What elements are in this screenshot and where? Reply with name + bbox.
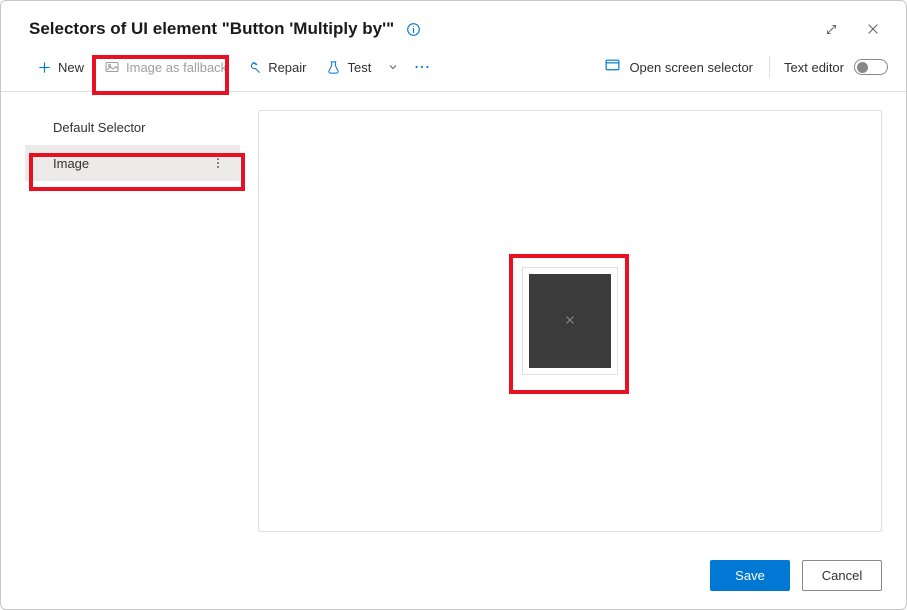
toolbar-separator	[769, 56, 770, 78]
image-fallback-label: Image as fallback	[126, 60, 227, 75]
plus-icon	[37, 60, 52, 75]
preview-thumbnail-frame	[522, 267, 618, 375]
test-icon	[326, 60, 341, 75]
image-icon	[104, 59, 120, 75]
preview-pane	[258, 110, 882, 532]
preview-thumbnail[interactable]	[529, 274, 611, 368]
open-screen-selector-label: Open screen selector	[629, 60, 753, 75]
sidebar-item-image[interactable]: Image	[25, 145, 240, 181]
repair-label: Repair	[268, 60, 306, 75]
info-icon[interactable]	[406, 22, 421, 37]
text-editor-label: Text editor	[784, 60, 844, 75]
selector-list: Default Selector Image	[25, 110, 240, 532]
maximize-icon[interactable]	[822, 20, 840, 38]
cancel-label: Cancel	[822, 568, 862, 583]
test-dropdown-chevron[interactable]	[383, 61, 403, 73]
new-label: New	[58, 60, 84, 75]
close-icon[interactable]	[864, 20, 882, 38]
repair-button[interactable]: Repair	[239, 54, 314, 81]
dialog-header: Selectors of UI element "Button 'Multipl…	[1, 1, 906, 47]
cancel-button[interactable]: Cancel	[802, 560, 882, 591]
dialog-footer: Save Cancel	[710, 560, 882, 591]
content-area: Default Selector Image	[1, 92, 906, 532]
image-as-fallback-button[interactable]: Image as fallback	[96, 53, 235, 81]
test-label: Test	[347, 60, 371, 75]
more-button[interactable]	[407, 55, 437, 79]
text-editor-toggle[interactable]	[854, 59, 888, 75]
item-more-icon[interactable]	[210, 155, 226, 171]
save-label: Save	[735, 568, 765, 583]
new-button[interactable]: New	[29, 54, 92, 81]
test-button[interactable]: Test	[318, 54, 379, 81]
toggle-knob	[857, 62, 868, 73]
screen-selector-icon	[604, 57, 621, 77]
sidebar-item-label: Image	[53, 156, 89, 171]
window-controls	[822, 20, 888, 38]
text-editor-toggle-group: Text editor	[784, 59, 888, 75]
save-button[interactable]: Save	[710, 560, 790, 591]
repair-icon	[247, 60, 262, 75]
sidebar-item-default-selector[interactable]: Default Selector	[25, 110, 240, 145]
sidebar-item-label: Default Selector	[53, 120, 146, 135]
open-screen-selector-button[interactable]: Open screen selector	[602, 53, 755, 81]
toolbar: New Image as fallback Repair Test	[1, 47, 906, 92]
x-icon	[563, 313, 577, 330]
dialog-title: Selectors of UI element "Button 'Multipl…	[29, 19, 394, 39]
toolbar-right: Open screen selector Text editor	[602, 53, 888, 81]
